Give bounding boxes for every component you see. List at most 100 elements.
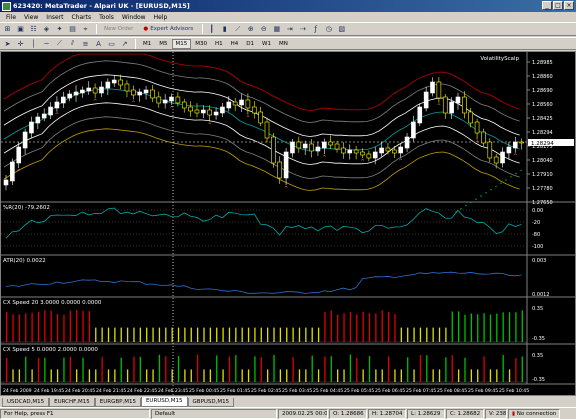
tile-windows-icon[interactable]: ▦ (271, 24, 282, 35)
cx1-bar (311, 327, 313, 342)
market-watch-icon[interactable]: ☷ (28, 24, 39, 35)
trendline-icon[interactable]: ⟋ (54, 38, 65, 49)
templates-icon[interactable]: ▧ (336, 24, 347, 35)
candle-body (411, 121, 416, 139)
chart-shift-icon[interactable]: ⇥ (284, 24, 295, 35)
label-icon[interactable]: ▭ (106, 38, 117, 49)
signal-arrow: ^ (437, 104, 441, 110)
cx1-bar (387, 311, 390, 342)
fibonacci-icon[interactable]: ≡ (80, 38, 91, 49)
text-icon[interactable]: A (93, 38, 104, 49)
trail-dot (460, 208, 462, 210)
time-tick-label: 25 Feb 01:45 (220, 388, 250, 394)
chart-window[interactable]: ^ ^ ^ ^ ^ ^ ^ ^ ^ ^ ^ ^ ^ ^ 1.28985 1.28860 1.28690 1.28… (0, 51, 576, 396)
timeframe-m5[interactable]: M5 (155, 39, 171, 49)
timeframe-w1[interactable]: W1 (258, 39, 275, 49)
candlestick-icon[interactable]: ▮ (219, 24, 230, 35)
cx1-bar (107, 327, 110, 342)
terminal-icon[interactable]: ▤ (67, 24, 78, 35)
signal-arrow: ^ (360, 159, 364, 165)
new-order-button[interactable]: New Order (100, 24, 137, 35)
timeframe-m30[interactable]: M30 (191, 39, 211, 49)
tab-gbpusd[interactable]: GBPUSD,M15 (187, 398, 235, 407)
status-profile: Default (151, 408, 277, 419)
candle-body (385, 147, 391, 152)
periods-icon[interactable]: ◷ (323, 24, 334, 35)
line-chart-icon[interactable]: ⟋ (232, 24, 243, 35)
minimize-button[interactable]: _ (542, 1, 552, 10)
bar-chart-icon[interactable]: ┃ (206, 24, 217, 35)
cx2-bar (12, 369, 14, 382)
candle-body (309, 143, 314, 152)
trail-dot (505, 179, 507, 181)
candle-body (360, 151, 365, 156)
price-tick-label: 1.27780 (532, 186, 553, 192)
timeframe-h1[interactable]: H1 (211, 39, 227, 49)
cursor-icon[interactable]: ➤ (2, 38, 13, 49)
candle-body (3, 179, 9, 186)
profiles-icon[interactable]: ▣ (15, 24, 26, 35)
candle-body (213, 111, 219, 116)
timeframe-h4[interactable]: H4 (227, 39, 243, 49)
close-button[interactable]: × (564, 1, 574, 10)
arrows-icon[interactable]: ↗ (119, 38, 130, 49)
timeframe-d1[interactable]: D1 (242, 39, 258, 49)
tab-eurusd[interactable]: EURUSD,M15 (140, 397, 188, 407)
new-chart-icon[interactable]: ⊞ (2, 24, 13, 35)
candle-body (92, 87, 98, 94)
cx1-bar (228, 327, 231, 342)
menu-view[interactable]: View (20, 14, 42, 21)
tab-eurgbp[interactable]: EURGBP,M15 (94, 398, 141, 407)
vertical-line-icon[interactable]: │ (28, 38, 39, 49)
crosshair-icon[interactable]: ✛ (15, 38, 26, 49)
menu-insert[interactable]: Insert (42, 14, 67, 21)
cx1-bar (209, 327, 212, 342)
timeframe-m1[interactable]: M1 (139, 39, 155, 49)
trail-dot (500, 182, 502, 184)
menu-window[interactable]: Window (118, 14, 150, 21)
menu-file[interactable]: File (2, 14, 20, 21)
candle-body (366, 153, 372, 159)
menu-tools[interactable]: Tools (95, 14, 118, 21)
navigator-icon[interactable]: ✦ (54, 24, 65, 35)
zoom-out-icon[interactable]: ⊖ (258, 24, 269, 35)
cx1-bar (139, 327, 141, 342)
candle-body (315, 146, 321, 152)
cx1-bar (6, 311, 8, 342)
horizontal-line-icon[interactable]: ─ (41, 38, 52, 49)
candle-body (226, 101, 232, 109)
timeframe-m15[interactable]: M15 (171, 38, 192, 49)
tab-eurchf[interactable]: EURCHF,M15 (49, 398, 95, 407)
cx2-bar (37, 357, 40, 382)
cx1-bar (114, 327, 116, 342)
candle-body (277, 161, 283, 179)
cx2-bar (515, 357, 517, 382)
tab-usdcad[interactable]: USDCAD,M15 (2, 398, 50, 407)
autoscroll-icon[interactable]: ⇢ (297, 24, 308, 35)
candle-body (201, 109, 206, 114)
candle-body (60, 96, 66, 104)
cx2-bar (114, 369, 116, 382)
time-tick-label: 24 Feb 19:45 (34, 388, 64, 394)
cx2-bar (196, 354, 199, 382)
cx2-bar (286, 369, 288, 382)
price-chart[interactable]: ^^^ ^^^^^^^ ^^^^ 1.289851.288601.286901.28… (1, 52, 575, 395)
indicators-icon[interactable]: ƒ (310, 24, 321, 35)
cx1-title: CX Speed 20 3.0000 0.0000 0.0000 (3, 300, 102, 306)
zoom-in-icon[interactable]: ⊕ (245, 24, 256, 35)
expert-advisors-button[interactable]: ● Expert Advisors (139, 24, 197, 35)
menu-charts[interactable]: Charts (68, 14, 96, 21)
candle-body (86, 87, 92, 92)
menu-help[interactable]: Help (150, 14, 172, 21)
cx1-bar (470, 313, 473, 342)
cx1-bar (521, 310, 523, 342)
cx2-bar (489, 369, 492, 382)
maximize-button[interactable]: □ (553, 1, 563, 10)
data-window-icon[interactable]: ◈ (41, 24, 52, 35)
cx2-title: CX Speed 5 0.0000 2.0000 0.0000 (3, 347, 98, 353)
wpr-title: %R(20) -79.2602 (3, 205, 50, 211)
strategy-tester-icon[interactable]: ⌖ (80, 24, 91, 35)
channel-icon[interactable]: ⫽ (67, 38, 78, 49)
connection-label: No connection (516, 410, 557, 417)
timeframe-mn[interactable]: MN (275, 39, 292, 49)
